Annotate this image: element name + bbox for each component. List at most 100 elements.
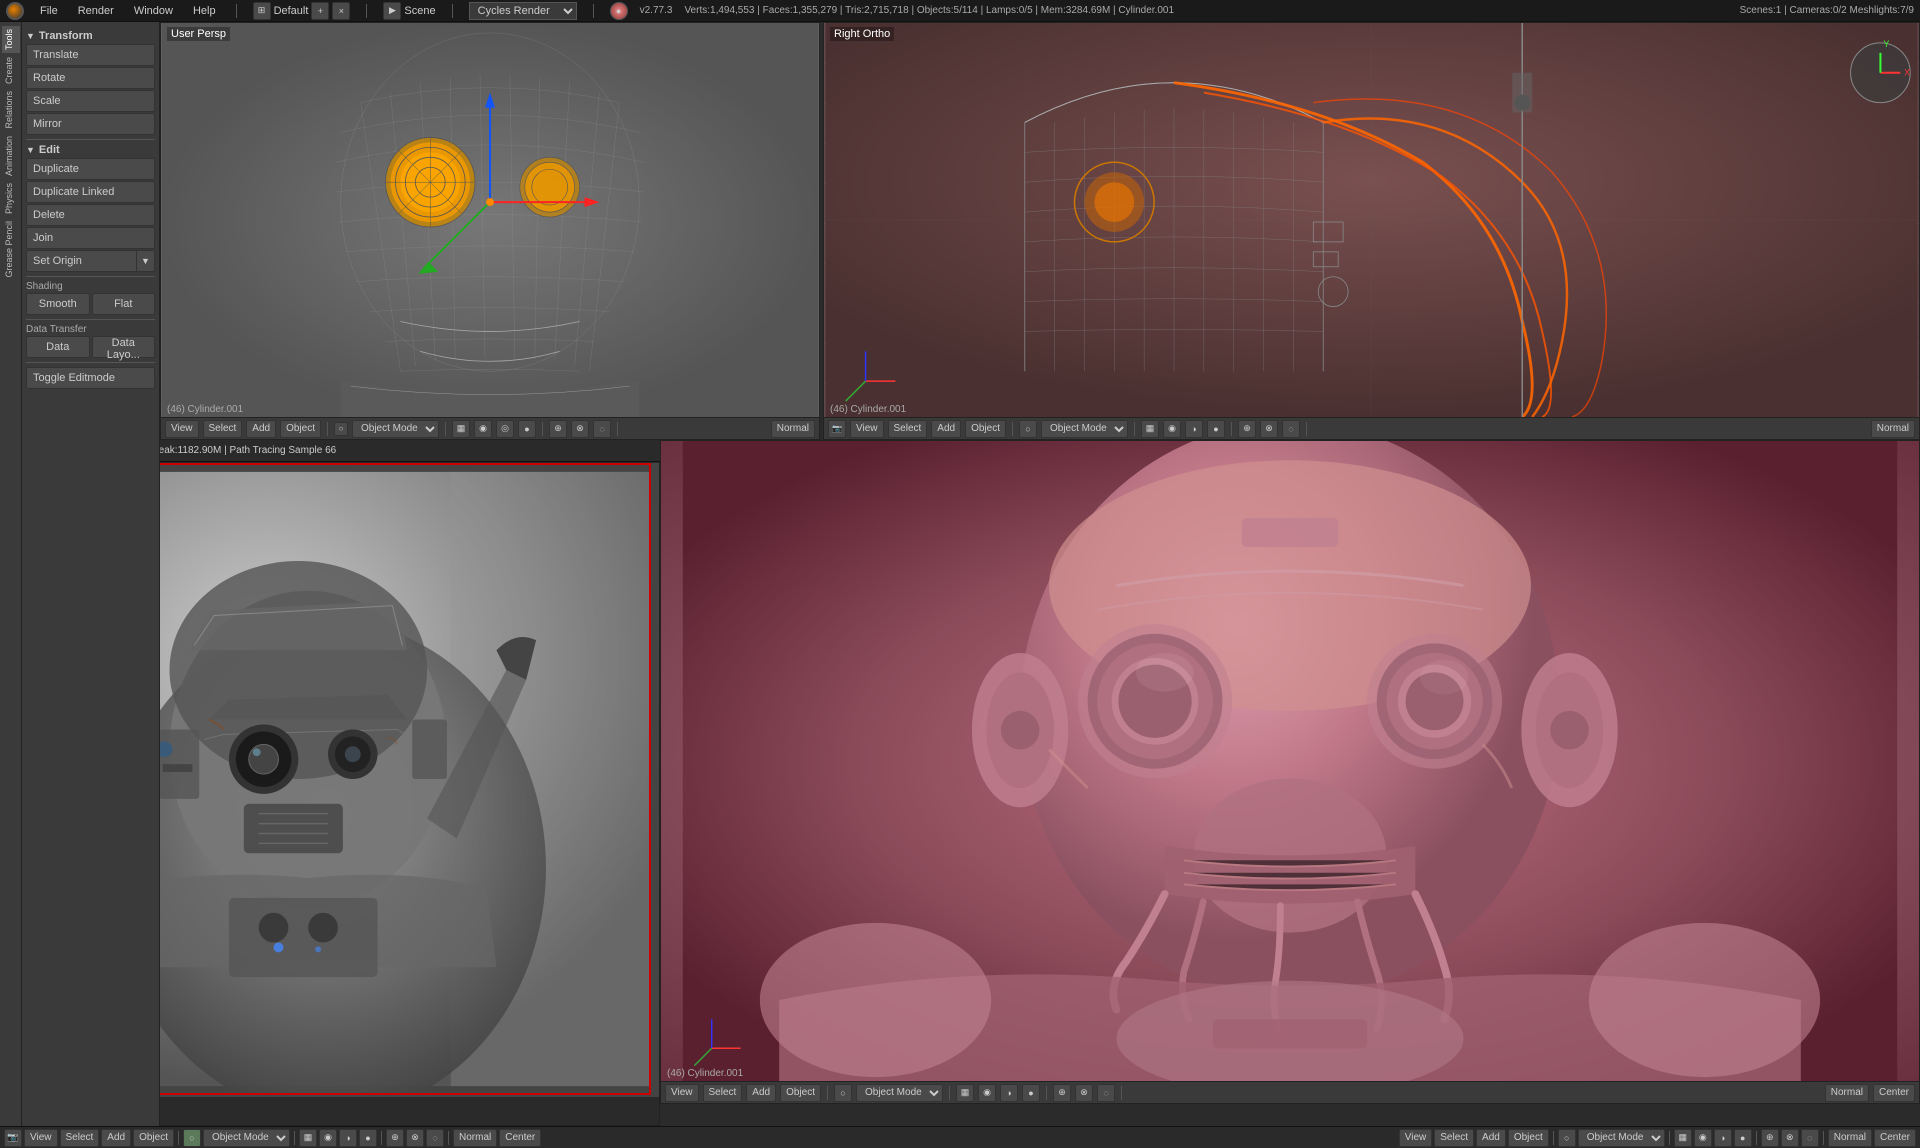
status-cam-icon[interactable]: 📷 — [4, 1129, 22, 1147]
vp-tr-shade-icon[interactable]: ▦ — [1141, 420, 1159, 438]
proportional-icon[interactable]: ◌ — [593, 420, 611, 438]
set-origin-button[interactable]: Set Origin — [26, 250, 137, 272]
layout-icon[interactable]: ⊞ — [253, 2, 271, 20]
rotate-button[interactable]: Rotate — [26, 67, 155, 89]
vp-br-shade-3[interactable]: ◑ — [1000, 1084, 1018, 1102]
status-r-add[interactable]: Add — [1476, 1129, 1506, 1147]
vp-tr-mode-select[interactable]: Object Mode Edit Mode — [1041, 420, 1128, 438]
vp-tr-select[interactable]: Select — [888, 420, 928, 438]
vp-br-normal[interactable]: Normal — [1825, 1084, 1869, 1102]
status-r-icon-4[interactable]: ● — [1734, 1129, 1752, 1147]
join-button[interactable]: Join — [26, 227, 155, 249]
viewport-sculpt[interactable]: (46) Cylinder.001 View Select Add Object… — [660, 440, 1920, 1104]
vp-tr-solid-icon[interactable]: ◉ — [1163, 420, 1181, 438]
viewport-solid-icon[interactable]: ◉ — [474, 420, 492, 438]
flat-button[interactable]: Flat — [92, 293, 156, 315]
status-r-object[interactable]: Object — [1508, 1129, 1549, 1147]
status-normal[interactable]: Normal — [453, 1129, 497, 1147]
transform-section-header[interactable]: ▼ Transform — [26, 30, 155, 42]
tab-relations[interactable]: Relations — [2, 88, 20, 132]
viewport-shading-icon[interactable]: ▦ — [452, 420, 470, 438]
vp-br-view[interactable]: View — [665, 1084, 699, 1102]
status-add[interactable]: Add — [101, 1129, 131, 1147]
snapping-icon[interactable]: ⊗ — [571, 420, 589, 438]
vp-br-shade-2[interactable]: ◉ — [978, 1084, 996, 1102]
vp-br-shade-4[interactable]: ● — [1022, 1084, 1040, 1102]
menu-file[interactable]: File — [36, 5, 62, 17]
status-center[interactable]: Center — [499, 1129, 541, 1147]
duplicate-linked-button[interactable]: Duplicate Linked — [26, 181, 155, 203]
status-object[interactable]: Object — [133, 1129, 174, 1147]
vp-br-mode-icon[interactable]: ○ — [834, 1084, 852, 1102]
layout-add-icon[interactable]: + — [311, 2, 329, 20]
viewport-user-persp[interactable]: User Persp — [160, 22, 820, 440]
status-icon-4[interactable]: ● — [359, 1129, 377, 1147]
status-r-snap[interactable]: ⊗ — [1781, 1129, 1799, 1147]
data-layo-button[interactable]: Data Layo... — [92, 336, 156, 358]
status-r-select[interactable]: Select — [1434, 1129, 1474, 1147]
menu-render[interactable]: Render — [74, 5, 118, 17]
vp-br-pivot[interactable]: ⊕ — [1053, 1084, 1071, 1102]
tab-grease-pencil[interactable]: Grease Pencil — [2, 218, 20, 281]
vp-tr-prop-icon[interactable]: ◌ — [1282, 420, 1300, 438]
status-pivot[interactable]: ⊕ — [386, 1129, 404, 1147]
status-view[interactable]: View — [24, 1129, 58, 1147]
vp-br-add[interactable]: Add — [746, 1084, 776, 1102]
vp-tl-add[interactable]: Add — [246, 420, 276, 438]
scale-button[interactable]: Scale — [26, 90, 155, 112]
status-r-prop[interactable]: ◌ — [1801, 1129, 1819, 1147]
vp-br-prop[interactable]: ◌ — [1097, 1084, 1115, 1102]
object-mode-icon[interactable]: ○ — [334, 422, 348, 436]
tab-animation[interactable]: Animation — [2, 133, 20, 179]
viewport-right-ortho[interactable]: Right Ortho — [823, 22, 1920, 440]
toggle-editmode-button[interactable]: Toggle Editmode — [26, 367, 155, 389]
translate-button[interactable]: Translate — [26, 44, 155, 66]
vp-br-center[interactable]: Center — [1873, 1084, 1915, 1102]
status-r-icon-1[interactable]: ▦ — [1674, 1129, 1692, 1147]
edit-section-header[interactable]: ▼ Edit — [26, 144, 155, 156]
vp-tl-view[interactable]: View — [165, 420, 199, 438]
vp-tr-pivot-icon[interactable]: ⊕ — [1238, 420, 1256, 438]
status-r-icon-2[interactable]: ◉ — [1694, 1129, 1712, 1147]
vp-tl-object[interactable]: Object — [280, 420, 321, 438]
status-r-icon-3[interactable]: ◑ — [1714, 1129, 1732, 1147]
status-icon-1[interactable]: ▦ — [299, 1129, 317, 1147]
vp-br-select[interactable]: Select — [703, 1084, 743, 1102]
vp-tr-snap-icon[interactable]: ⊗ — [1260, 420, 1278, 438]
status-icon-3[interactable]: ◑ — [339, 1129, 357, 1147]
status-r-mode-select[interactable]: Object Mode — [1578, 1129, 1665, 1147]
duplicate-button[interactable]: Duplicate — [26, 158, 155, 180]
menu-help[interactable]: Help — [189, 5, 220, 17]
status-snap[interactable]: ⊗ — [406, 1129, 424, 1147]
tab-physics[interactable]: Physics — [2, 180, 20, 217]
vp-tr-view[interactable]: View — [850, 420, 884, 438]
vp-tl-normal[interactable]: Normal — [771, 420, 815, 438]
tab-tools[interactable]: Tools — [2, 26, 20, 53]
status-select[interactable]: Select — [60, 1129, 100, 1147]
status-mode-icon[interactable]: ○ — [183, 1129, 201, 1147]
mirror-button[interactable]: Mirror — [26, 113, 155, 135]
set-origin-dropdown[interactable]: ▼ — [137, 250, 155, 272]
data-button[interactable]: Data — [26, 336, 90, 358]
vp-tr-normal[interactable]: Normal — [1871, 420, 1915, 438]
vp-br-snap[interactable]: ⊗ — [1075, 1084, 1093, 1102]
vp-tl-mode-select[interactable]: Object Mode Edit Mode Sculpt Mode — [352, 420, 439, 438]
render-engine-select[interactable]: Cycles Render Blender Render Blender Gam… — [469, 2, 577, 20]
vp-tr-add[interactable]: Add — [931, 420, 961, 438]
status-r-pivot[interactable]: ⊕ — [1761, 1129, 1779, 1147]
vp-tl-select[interactable]: Select — [203, 420, 243, 438]
status-r-mode-icon[interactable]: ○ — [1558, 1129, 1576, 1147]
viewport-wire-icon[interactable]: ◎ — [496, 420, 514, 438]
vp-tr-object[interactable]: Object — [965, 420, 1006, 438]
status-prop-edit[interactable]: ◌ — [426, 1129, 444, 1147]
vp-br-mode-select[interactable]: Object Mode Edit Mode Sculpt Mode — [856, 1084, 943, 1102]
menu-window[interactable]: Window — [130, 5, 177, 17]
vp-tr-mode-icon[interactable]: ○ — [1019, 420, 1037, 438]
delete-button[interactable]: Delete — [26, 204, 155, 226]
layout-remove-icon[interactable]: × — [332, 2, 350, 20]
vp-tr-cam-icon[interactable]: 📷 — [828, 420, 846, 438]
vp-br-object[interactable]: Object — [780, 1084, 821, 1102]
status-r-normal[interactable]: Normal — [1828, 1129, 1872, 1147]
status-mode-select[interactable]: Object Mode — [203, 1129, 290, 1147]
smooth-button[interactable]: Smooth — [26, 293, 90, 315]
